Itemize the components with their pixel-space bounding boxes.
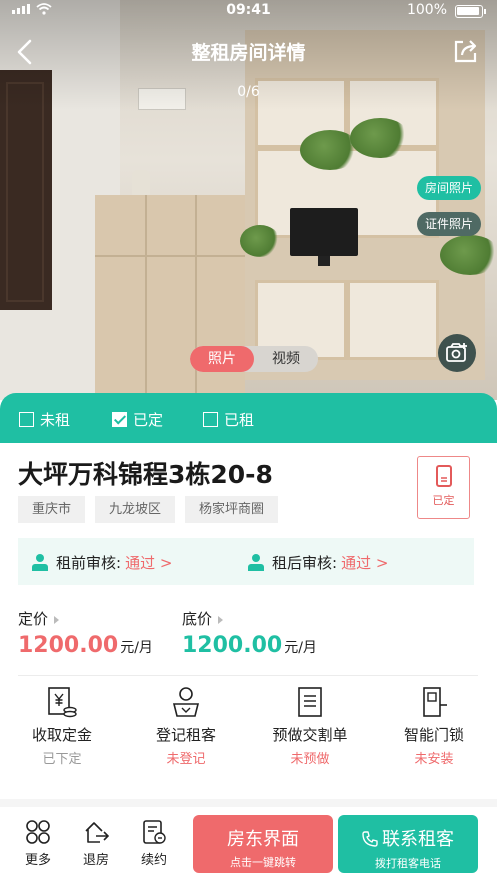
list-price-label[interactable]: 定价 (18, 608, 60, 629)
section-gap (0, 799, 497, 807)
status-bar: 09:41 100% (0, 0, 497, 22)
tag-city: 重庆市 (18, 496, 86, 523)
action-grid: 收取定金 已下定 登记租客 未登记 预做交割单 未预做 智能门锁 未安装 (0, 686, 497, 776)
location-tags: 重庆市 九龙坡区 杨家坪商圈 (18, 496, 279, 523)
checkbox-icon (203, 412, 218, 427)
media-toggle: 照片 视频 (190, 346, 318, 372)
review-bar: 租前审核: 通过 > 租后审核: 通过 > (18, 538, 474, 585)
tab-video[interactable]: 视频 (254, 346, 318, 372)
grid-icon (25, 819, 51, 845)
landlord-view-button[interactable]: 房东界面 点击一键跳转 (193, 815, 333, 873)
listing-content: 大坪万科锦程3栋20-8 重庆市 九龙坡区 杨家坪商圈 已定 租前审核: 通过 … (0, 443, 497, 813)
tab-photo[interactable]: 照片 (190, 346, 254, 372)
register-tenant-action[interactable]: 登记租客 未登记 (124, 686, 248, 767)
smart-lock-action[interactable]: 智能门锁 未安装 (372, 686, 496, 767)
more-button[interactable]: 更多 (18, 819, 58, 868)
tag-area: 杨家坪商圈 (185, 496, 279, 523)
page-title: 整租房间详情 (191, 42, 306, 64)
id-photos-button[interactable]: 证件照片 (416, 212, 481, 236)
caret-right-icon (54, 616, 60, 624)
floor-price-label[interactable]: 底价 (182, 608, 224, 629)
rent-status-rented[interactable]: 已租 (203, 409, 254, 430)
renew-button[interactable]: 续约 (134, 819, 174, 868)
photo-counter: 0/6 (237, 84, 260, 100)
room-detail-screen: 09:41 100% 整租房间详情 0/6 房间照片 证件照片 照片 视频 未租… (0, 0, 497, 883)
smart-lock-icon (419, 686, 449, 718)
bottom-bar: 更多 退房 续约 房东界面 点击一键跳转 联系租客 拨打租客电话 (0, 807, 497, 883)
floor-price: 1200.00 元/月 (182, 633, 317, 658)
booked-badge[interactable]: 已定 (417, 456, 470, 519)
reviewer-icon (248, 553, 264, 572)
caret-right-icon (218, 616, 224, 624)
photo-vase (132, 170, 150, 198)
room-photos-button[interactable]: 房间照片 (416, 176, 481, 200)
collect-deposit-action[interactable]: 收取定金 已下定 (0, 686, 124, 767)
rent-status-booked[interactable]: 已定 (112, 409, 163, 430)
rent-status-strip: 未租 已定 已租 (0, 393, 497, 443)
post-rent-review[interactable]: 租后审核: 通过 > (248, 552, 388, 573)
battery-percent: 100% (406, 2, 447, 18)
checklist-icon (295, 686, 325, 718)
tenant-icon (171, 686, 201, 718)
listing-title: 大坪万科锦程3栋20-8 (18, 460, 273, 489)
deposit-icon (47, 686, 77, 718)
rent-status-unrented[interactable]: 未租 (19, 409, 70, 430)
pre-handover-action[interactable]: 预做交割单 未预做 (248, 686, 372, 767)
contact-tenant-button[interactable]: 联系租客 拨打租客电话 (338, 815, 478, 873)
photo-plant (240, 225, 280, 257)
checkbox-checked-icon (112, 412, 127, 427)
pre-rent-review[interactable]: 租前审核: 通过 > (32, 552, 172, 573)
photo-plant (350, 118, 410, 158)
exit-icon (83, 819, 110, 845)
reviewer-icon (32, 553, 48, 572)
list-price: 1200.00 元/月 (18, 633, 153, 658)
share-icon[interactable] (453, 38, 479, 64)
tag-district: 九龙坡区 (95, 496, 176, 523)
checkbox-icon (19, 412, 34, 427)
document-icon (435, 465, 452, 487)
checkout-button[interactable]: 退房 (76, 819, 116, 868)
divider (18, 675, 478, 676)
battery-icon (455, 5, 486, 18)
photo-plant (440, 235, 497, 275)
contract-icon (141, 819, 167, 845)
camera-add-icon[interactable] (438, 334, 476, 372)
photo-tv (290, 208, 358, 266)
phone-icon (362, 831, 378, 852)
